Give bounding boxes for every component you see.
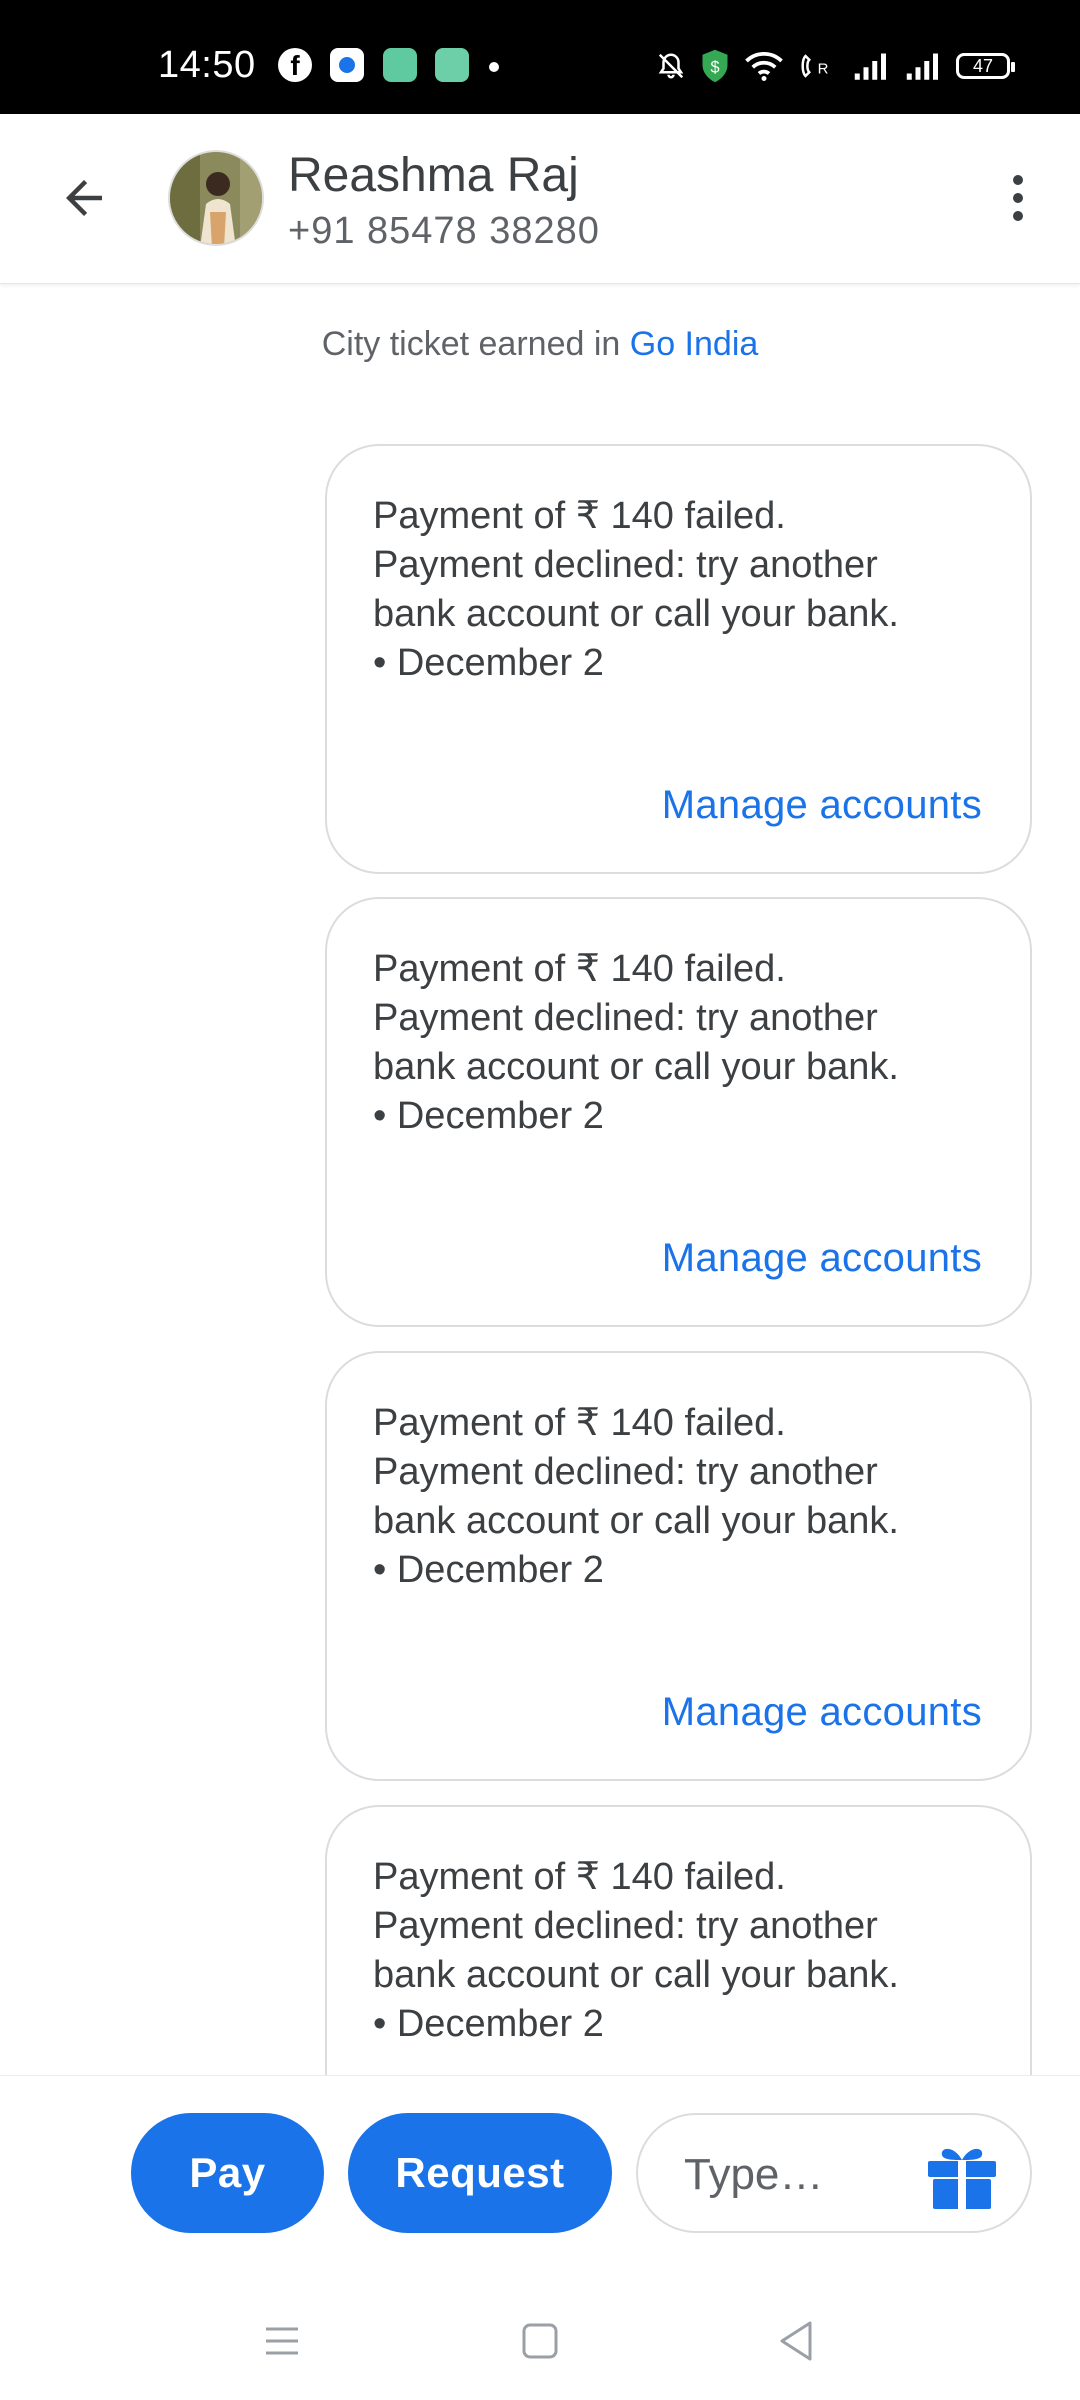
svg-text:R: R xyxy=(818,61,829,78)
payment-message: Payment of ₹ 140 failed. Payment decline… xyxy=(373,1399,993,1595)
compose-bar: Pay Request xyxy=(0,2075,1080,2275)
more-notifications-dot xyxy=(489,62,499,72)
more-vert-icon xyxy=(1013,175,1023,185)
payment-reason-cont: bank account or call your bank. xyxy=(373,1954,899,1996)
failed-payment-card[interactable]: Payment of ₹ 140 failed. Payment decline… xyxy=(325,1805,1032,2075)
gift-button[interactable] xyxy=(924,2141,1000,2211)
message-input[interactable] xyxy=(684,2145,884,2205)
payment-reason-cont: bank account or call your bank. xyxy=(373,593,899,635)
system-nav-bar xyxy=(0,2275,1080,2400)
payment-reason: Payment declined: try another xyxy=(373,997,878,1039)
failed-payment-card[interactable]: Payment of ₹ 140 failed. Payment decline… xyxy=(325,897,1032,1327)
payment-date: • December 2 xyxy=(373,1549,604,1591)
status-time: 14:50 xyxy=(158,44,256,86)
payment-message: Payment of ₹ 140 failed. Payment decline… xyxy=(373,492,993,688)
manage-accounts-link[interactable]: Manage accounts xyxy=(662,1236,982,1281)
payment-reason: Payment declined: try another xyxy=(373,544,878,586)
back-button[interactable] xyxy=(48,162,120,234)
payment-date: • December 2 xyxy=(373,642,604,684)
system-note: City ticket earned in Go India xyxy=(0,325,1080,364)
manage-accounts-link[interactable]: Manage accounts xyxy=(662,1690,982,1735)
wifi-icon xyxy=(745,51,783,81)
payment-message: Payment of ₹ 140 failed. Payment decline… xyxy=(373,945,993,1141)
chat-header: Reashma Raj +91 85478 38280 xyxy=(0,114,1080,284)
failed-payment-card[interactable]: Payment of ₹ 140 failed. Payment decline… xyxy=(325,444,1032,874)
arrow-left-icon xyxy=(66,180,102,216)
status-bar: 14:50 f $ R 47 xyxy=(0,0,1080,114)
payment-date: • December 2 xyxy=(373,2003,604,2045)
message-field[interactable] xyxy=(636,2113,1032,2233)
battery-indicator: 47 xyxy=(956,53,1015,79)
payment-reason: Payment declined: try another xyxy=(373,1451,878,1493)
gift-icon xyxy=(928,2148,996,2209)
avatar[interactable] xyxy=(168,150,264,246)
app-icon xyxy=(383,48,417,82)
payment-status: Payment of ₹ 140 failed. xyxy=(373,1402,786,1444)
payment-date: • December 2 xyxy=(373,1095,604,1137)
home-button[interactable] xyxy=(510,2311,570,2371)
payment-status: Payment of ₹ 140 failed. xyxy=(373,1856,786,1898)
more-options-button[interactable] xyxy=(986,166,1050,230)
mute-icon xyxy=(658,53,684,79)
payment-reason: Payment declined: try another xyxy=(373,1905,878,1947)
payment-status: Payment of ₹ 140 failed. xyxy=(373,948,786,990)
payment-message: Payment of ₹ 140 failed. Payment decline… xyxy=(373,1853,993,2049)
app-icon xyxy=(435,48,469,82)
shield-icon: $ xyxy=(702,49,728,83)
contact-phone: +91 85478 38280 xyxy=(288,210,600,252)
contact-name[interactable]: Reashma Raj xyxy=(288,148,579,203)
go-india-link[interactable]: Go India xyxy=(630,325,759,363)
avatar-photo xyxy=(170,152,262,244)
pay-button[interactable]: Pay xyxy=(131,2113,324,2233)
system-note-text: City ticket earned in xyxy=(321,325,630,363)
home-square-icon xyxy=(522,2323,558,2359)
payment-status: Payment of ₹ 140 failed. xyxy=(373,495,786,537)
payment-reason-cont: bank account or call your bank. xyxy=(373,1046,899,1088)
signal-icon xyxy=(854,53,886,80)
request-button[interactable]: Request xyxy=(348,2113,612,2233)
signal-app-icon xyxy=(330,48,364,82)
recents-button[interactable] xyxy=(252,2311,312,2371)
manage-accounts-link[interactable]: Manage accounts xyxy=(662,783,982,828)
facebook-icon: f xyxy=(278,48,312,82)
nav-back-button[interactable] xyxy=(766,2311,826,2371)
svg-text:$: $ xyxy=(710,58,719,76)
status-icons: $ R 47 xyxy=(656,46,1015,86)
payment-reason-cont: bank account or call your bank. xyxy=(373,1500,899,1542)
back-triangle-icon xyxy=(780,2321,812,2361)
signal-icon xyxy=(906,53,938,80)
failed-payment-card[interactable]: Payment of ₹ 140 failed. Payment decline… xyxy=(325,1351,1032,1781)
menu-icon xyxy=(266,2327,298,2355)
conversation-list[interactable]: City ticket earned in Go India Payment o… xyxy=(0,285,1080,2075)
volte-icon: R xyxy=(801,54,829,78)
